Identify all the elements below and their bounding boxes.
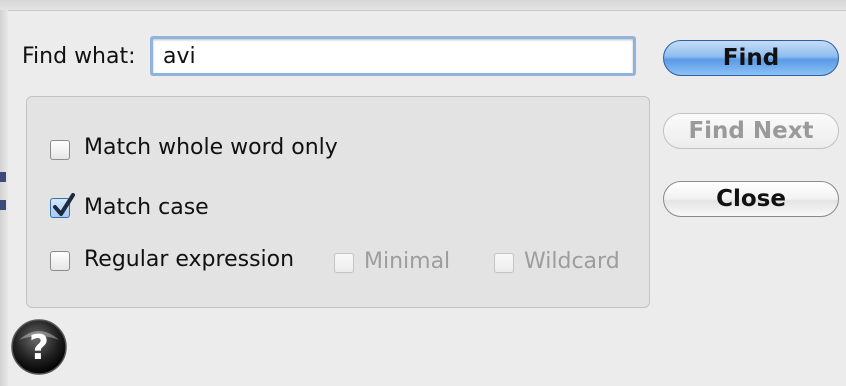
match-case-label: Match case (84, 195, 209, 220)
close-button[interactable]: Close (663, 181, 839, 217)
svg-text:?: ? (29, 328, 49, 368)
match-whole-word-label: Match whole word only (84, 135, 338, 160)
find-what-label: Find what: (22, 44, 136, 69)
match-whole-word-checkbox[interactable] (50, 140, 70, 160)
regular-expression-checkbox[interactable] (50, 251, 70, 271)
window-title-strip (0, 0, 846, 11)
window-left-edge (0, 10, 8, 386)
minimal-checkbox[interactable] (334, 253, 354, 273)
find-button[interactable]: Find (663, 40, 839, 76)
find-next-button[interactable]: Find Next (663, 113, 839, 149)
wildcard-label: Wildcard (524, 249, 620, 274)
help-icon[interactable]: ? (10, 318, 68, 376)
window-edge-marker (0, 200, 6, 210)
match-case-checkbox[interactable] (50, 193, 75, 218)
checkmark-icon (53, 193, 75, 216)
minimal-label: Minimal (364, 249, 451, 274)
wildcard-checkbox[interactable] (494, 253, 514, 273)
window-edge-marker (0, 172, 6, 182)
regular-expression-label: Regular expression (84, 247, 295, 272)
find-input[interactable] (150, 36, 636, 76)
